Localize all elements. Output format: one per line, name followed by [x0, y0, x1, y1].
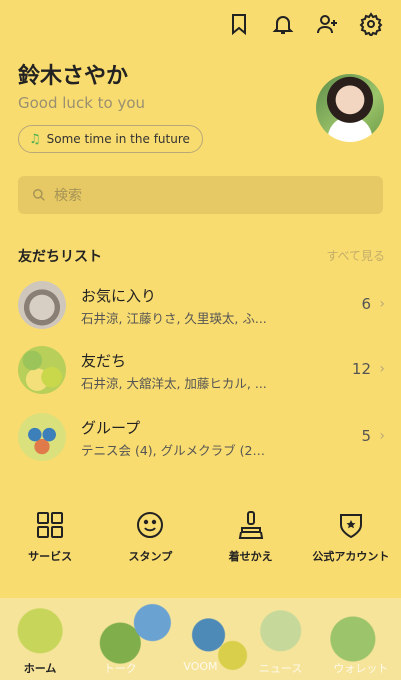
nav-talk[interactable]: トーク: [85, 660, 155, 676]
themes-label: 着せかえ: [228, 550, 273, 563]
search-icon: [33, 189, 45, 201]
groups-thumbnail: [18, 413, 66, 461]
list-item-count: 12: [351, 360, 371, 378]
friends-thumbnail: [18, 346, 66, 394]
profile-music-label: Some time in the future: [46, 132, 190, 146]
services-label: サービス: [28, 550, 73, 563]
nav-voom[interactable]: VOOM: [165, 660, 235, 676]
shield-star-icon: [339, 514, 362, 539]
chevron-right-icon: ›: [379, 428, 385, 444]
list-item-subtitle: 石井涼, 大舘洋太, 加藤ヒカル, ...: [81, 376, 267, 391]
profile-status-message[interactable]: Good luck to you: [18, 94, 145, 112]
gear-icon[interactable]: [359, 12, 383, 36]
list-item-groups[interactable]: グループ テニス会 (4), グルメクラブ (20)... 5 ›: [0, 413, 401, 473]
nav-wallet[interactable]: ウォレット: [326, 660, 396, 676]
list-item-count: 6: [361, 295, 371, 313]
stamps-button[interactable]: スタンプ: [100, 510, 200, 564]
profile-name[interactable]: 鈴木さやか: [18, 58, 128, 90]
list-item-subtitle: 石井涼, 江藤りさ, 久里瑛太, ふ...: [81, 311, 267, 326]
themes-button[interactable]: 着せかえ: [201, 510, 301, 564]
smile-icon: [137, 512, 164, 538]
profile-music-pill[interactable]: ♫ Some time in the future: [18, 125, 203, 153]
search-input[interactable]: 検索: [18, 176, 383, 214]
see-all-link[interactable]: すべて見る: [326, 247, 385, 264]
official-accounts-button[interactable]: 公式アカウント: [301, 510, 401, 564]
add-friend-icon[interactable]: [315, 12, 339, 36]
grid-icon: [37, 512, 64, 538]
search-placeholder: 検索: [54, 188, 82, 204]
list-item-favorites[interactable]: お気に入り 石井涼, 江藤りさ, 久里瑛太, ふ... 6 ›: [0, 281, 401, 341]
bell-icon[interactable]: [271, 12, 295, 36]
header-toolbar: [227, 12, 383, 36]
friends-list-title: 友だちリスト: [18, 249, 102, 265]
music-note-icon: ♫: [29, 131, 41, 147]
chevron-right-icon: ›: [379, 296, 385, 312]
list-item-friends[interactable]: 友だち 石井涼, 大舘洋太, 加藤ヒカル, ... 12 ›: [0, 346, 401, 406]
chevron-right-icon: ›: [379, 361, 385, 377]
brush-icon: [238, 511, 263, 539]
list-item-title: グループ: [81, 419, 141, 437]
services-row: サービス スタンプ 着せかえ 公式アカウント: [0, 510, 401, 564]
list-item-subtitle: テニス会 (4), グルメクラブ (20)...: [81, 443, 271, 458]
profile-avatar[interactable]: [316, 74, 384, 142]
list-item-count: 5: [361, 427, 371, 445]
bookmark-icon[interactable]: [227, 12, 251, 36]
nav-home[interactable]: ホーム: [5, 660, 75, 676]
services-button[interactable]: サービス: [0, 510, 100, 564]
list-item-title: お気に入り: [81, 287, 157, 305]
bottom-navigation: ホーム トーク VOOM ニュース ウォレット: [0, 598, 401, 680]
nav-news[interactable]: ニュース: [246, 660, 316, 676]
list-item-title: 友だち: [81, 352, 127, 370]
stamps-label: スタンプ: [128, 550, 173, 563]
official-accounts-label: 公式アカウント: [312, 550, 390, 563]
favorites-thumbnail: [18, 281, 66, 329]
